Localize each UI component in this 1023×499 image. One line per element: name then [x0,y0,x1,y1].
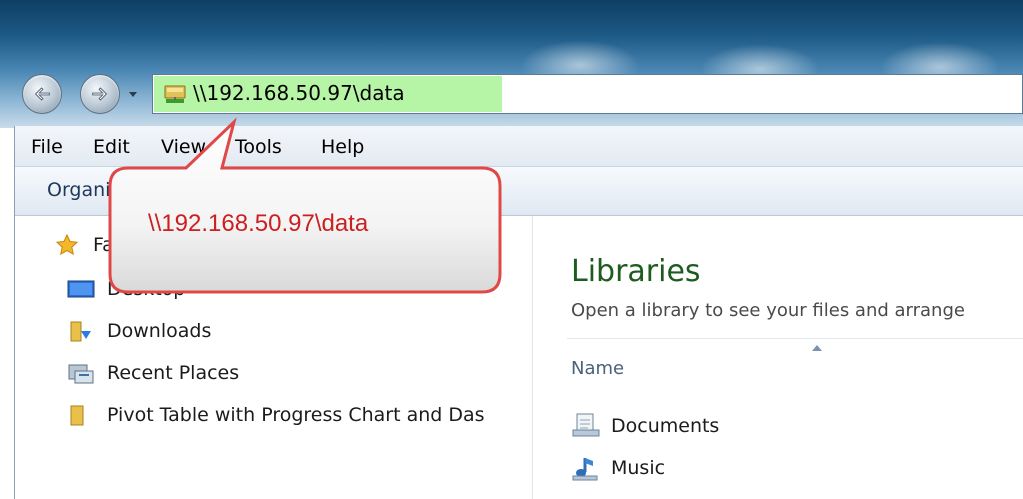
library-item-documents[interactable]: Documents [571,412,719,440]
library-item-label: Documents [611,415,720,437]
nav-item-label: Recent Places [107,362,240,384]
menu-tools[interactable]: Tools [235,136,282,158]
nav-item-pivot-table-folder[interactable]: Pivot Table with Progress Chart and Das [67,400,485,430]
callout-text: \\192.168.50.97\data [148,210,369,237]
library-item-label: Music [611,457,666,479]
header-separator [567,338,1023,339]
address-path[interactable]: \\192.168.50.97\data [193,81,405,105]
nav-item-label: Pivot Table with Progress Chart and Das [107,404,485,426]
nav-item-label: Desktop [107,278,186,300]
sort-caret-icon [812,345,822,351]
nav-item-label: Downloads [107,320,212,342]
back-button[interactable] [22,74,62,114]
network-drive-icon [164,85,186,103]
menu-help[interactable]: Help [321,136,364,158]
back-arrow-icon [34,87,50,101]
address-bar[interactable]: \\192.168.50.97\data [152,74,1023,114]
folder-icon [70,405,84,426]
menu-bar: File Edit View Tools Help [15,126,1023,167]
recent-pages-dropdown[interactable] [127,88,139,100]
nav-item-downloads[interactable]: Downloads [67,316,211,346]
documents-library-icon [572,413,600,437]
nav-item-desktop[interactable]: Desktop [67,274,185,304]
menu-edit[interactable]: Edit [93,136,130,158]
music-library-icon [572,458,598,481]
organize-button[interactable]: Organize [47,179,132,201]
forward-arrow-icon [92,87,108,101]
menu-view[interactable]: View [161,136,206,158]
navigation-pane: Favorites Desktop Downloads Recent Place… [15,216,532,499]
libraries-title: Libraries [571,254,701,289]
column-header-name[interactable]: Name [571,358,624,379]
content-pane: Libraries Open a library to see your fil… [533,216,1023,499]
forward-button[interactable] [80,74,120,114]
star-icon [55,233,79,256]
desktop-icon [67,280,95,298]
downloads-folder-icon [70,321,91,342]
libraries-subtitle: Open a library to see your files and arr… [571,300,965,321]
menu-file[interactable]: File [31,136,63,158]
nav-item-recent-places[interactable]: Recent Places [67,358,239,388]
command-bar: Organize [15,167,1023,216]
recent-places-icon [68,364,94,384]
library-item-music[interactable]: Music [571,454,665,482]
chevron-down-icon [129,92,137,97]
explorer-window: File Edit View Tools Help Organize Favor… [14,126,1023,499]
